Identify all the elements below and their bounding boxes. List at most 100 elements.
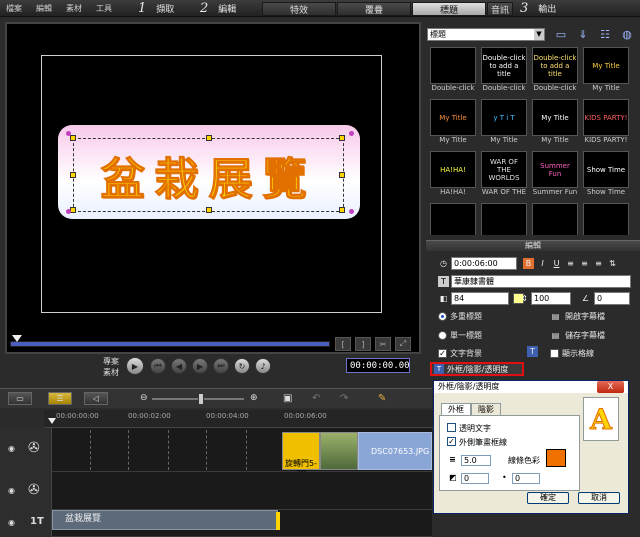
title-thumbnail[interactable]: HA!HA! HA!HA! bbox=[430, 151, 476, 199]
visibility-icon[interactable]: ◉ bbox=[8, 444, 15, 453]
title-thumbnail[interactable] bbox=[481, 203, 527, 235]
home-icon[interactable]: ⏮ bbox=[150, 358, 166, 374]
title-thumbnail[interactable] bbox=[583, 203, 629, 235]
duration-field[interactable]: 0:00:06:00 bbox=[451, 257, 517, 270]
photo-clip[interactable]: DSC07653.JPG bbox=[358, 432, 432, 470]
mark-out-button[interactable]: ] bbox=[355, 337, 371, 351]
visibility-icon[interactable]: ◉ bbox=[8, 518, 15, 527]
title-thumbnail[interactable]: WAR OF THE WORLDS WAR OF THE bbox=[481, 151, 527, 199]
audio-view-button[interactable]: ◁ bbox=[84, 392, 108, 405]
title-clip[interactable]: 盆栽展覽 bbox=[52, 510, 278, 530]
rotate-handle[interactable] bbox=[349, 209, 354, 214]
align-center-icon[interactable]: ≡ bbox=[579, 258, 590, 269]
rotate-handle[interactable] bbox=[66, 209, 71, 214]
video-tools-icon[interactable]: ✎ bbox=[378, 393, 386, 404]
fit-project-icon[interactable]: ▣ bbox=[283, 393, 292, 404]
title-thumbnail[interactable]: Show Time Show Time bbox=[583, 151, 629, 199]
redo-icon[interactable]: ↷ bbox=[340, 393, 348, 404]
menu-clip[interactable]: 素材 bbox=[66, 3, 82, 14]
zoom-in-icon[interactable]: ⊕ bbox=[250, 393, 258, 403]
timecode-display[interactable]: 00:00:00.00 bbox=[346, 358, 410, 373]
font-select[interactable]: 華康隸書體 bbox=[451, 275, 631, 288]
menu-tools[interactable]: 工具 bbox=[96, 3, 112, 14]
rotation-field[interactable]: 0 bbox=[594, 292, 630, 305]
step-capture[interactable]: 1 擷取 bbox=[138, 0, 174, 17]
border-shadow-transparency-button[interactable]: T 外框/陰影/透明度 bbox=[430, 362, 524, 376]
options-icon[interactable]: ☷ bbox=[597, 27, 613, 41]
folder-icon[interactable]: ▭ bbox=[553, 27, 569, 41]
rotate-handle[interactable] bbox=[66, 131, 71, 136]
tab-overlay[interactable]: 覆疊 bbox=[337, 2, 411, 16]
bold-button[interactable]: B bbox=[523, 258, 534, 269]
scrub-thumb[interactable] bbox=[12, 335, 22, 342]
edit-tab[interactable]: 編輯 bbox=[426, 240, 640, 251]
rotate-handle[interactable] bbox=[349, 131, 354, 136]
title-thumbnail[interactable]: My Title My Title bbox=[583, 47, 629, 95]
menu-edit[interactable]: 編輯 bbox=[36, 3, 52, 14]
transparency-field[interactable]: 0 bbox=[461, 473, 489, 484]
title-thumbnail[interactable] bbox=[430, 203, 476, 235]
tab-shadow[interactable]: 陰影 bbox=[471, 403, 501, 415]
end-icon[interactable]: ⏭ bbox=[213, 358, 229, 374]
title-thumbnail[interactable]: My Title My Title bbox=[532, 99, 578, 147]
video-clip-thumbnail[interactable] bbox=[320, 432, 358, 470]
vertical-text-icon[interactable]: ⇅ bbox=[607, 258, 618, 269]
title-text[interactable]: 盆栽展覽 bbox=[73, 140, 344, 210]
step-edit[interactable]: 2 編輯 bbox=[200, 0, 236, 17]
play-mode-project[interactable]: 專案 bbox=[103, 356, 119, 367]
transparent-text-checkbox[interactable] bbox=[447, 423, 456, 432]
undo-icon[interactable]: ↶ bbox=[312, 393, 320, 404]
ok-button[interactable]: 確定 bbox=[527, 492, 569, 504]
text-background-checkbox[interactable]: ✓ bbox=[438, 349, 447, 358]
title-thumbnail[interactable]: Summer Fun Summer Fun bbox=[532, 151, 578, 199]
expand-button[interactable]: ⤢ bbox=[395, 337, 411, 351]
menu-file[interactable]: 檔案 bbox=[6, 3, 22, 14]
title-clip-trim-handle[interactable] bbox=[276, 512, 280, 530]
play-mode-clip[interactable]: 素材 bbox=[103, 367, 119, 378]
title-thumbnail[interactable]: KIDS PARTY! KIDS PARTY! bbox=[583, 99, 629, 147]
mark-in-button[interactable]: [ bbox=[335, 337, 351, 351]
playhead[interactable] bbox=[48, 418, 56, 424]
prev-frame-icon[interactable]: ◀ bbox=[171, 358, 187, 374]
align-right-icon[interactable]: ≡ bbox=[593, 258, 604, 269]
visibility-icon[interactable]: ◉ bbox=[8, 486, 15, 495]
underline-button[interactable]: U bbox=[551, 258, 562, 269]
align-left-icon[interactable]: ≡ bbox=[565, 258, 576, 269]
title-thumbnail[interactable] bbox=[532, 203, 578, 235]
scrub-bar[interactable] bbox=[10, 341, 330, 347]
step-share[interactable]: 3 輸出 bbox=[520, 0, 556, 17]
text-background-options-icon[interactable]: T bbox=[527, 346, 538, 357]
import-icon[interactable]: ⇓ bbox=[575, 27, 591, 41]
split-button[interactable]: ✂ bbox=[375, 337, 391, 351]
tab-audio[interactable]: 音訊 bbox=[487, 2, 513, 16]
library-manager-icon[interactable]: ◍ bbox=[619, 27, 635, 41]
tab-effects[interactable]: 特效 bbox=[262, 2, 336, 16]
storyboard-view-button[interactable]: ▭ bbox=[8, 392, 32, 405]
save-file-icon[interactable]: ▤ bbox=[550, 330, 561, 341]
title-thumbnail[interactable]: Double-click bbox=[430, 47, 476, 95]
multi-title-radio[interactable] bbox=[438, 312, 447, 321]
title-thumbnail[interactable]: y T i T My Title bbox=[481, 99, 527, 147]
line-spacing-select[interactable]: 100 bbox=[531, 292, 571, 305]
softness-field[interactable]: 0 bbox=[512, 473, 540, 484]
show-grid-checkbox[interactable] bbox=[550, 349, 559, 358]
repeat-icon[interactable]: ↻ bbox=[234, 358, 250, 374]
close-icon[interactable]: X bbox=[597, 381, 624, 393]
volume-icon[interactable]: ♪ bbox=[255, 358, 271, 374]
font-size-select[interactable]: 84 bbox=[451, 292, 509, 305]
zoom-out-icon[interactable]: ⊖ bbox=[140, 393, 148, 403]
video-clip[interactable]: 旋轉門5-30 bbox=[282, 432, 320, 478]
library-category-select[interactable]: 標題 ▼ bbox=[427, 28, 545, 41]
zoom-slider-thumb[interactable] bbox=[198, 393, 204, 405]
border-width-field[interactable]: 5.0 bbox=[461, 455, 491, 466]
outer-border-checkbox[interactable]: ✓ bbox=[447, 437, 456, 446]
tab-title[interactable]: 標題 bbox=[412, 2, 486, 16]
open-file-icon[interactable]: ▤ bbox=[550, 311, 561, 322]
single-title-radio[interactable] bbox=[438, 331, 447, 340]
line-color-swatch[interactable] bbox=[546, 449, 566, 467]
title-thumbnail[interactable]: Double-click to add a title Double-click bbox=[481, 47, 527, 95]
open-title-file-label[interactable]: 開啟字幕檔 bbox=[565, 311, 605, 322]
italic-button[interactable]: I bbox=[537, 258, 548, 269]
timeline-view-button[interactable]: ☰ bbox=[48, 392, 72, 405]
cancel-button[interactable]: 取消 bbox=[578, 492, 620, 504]
